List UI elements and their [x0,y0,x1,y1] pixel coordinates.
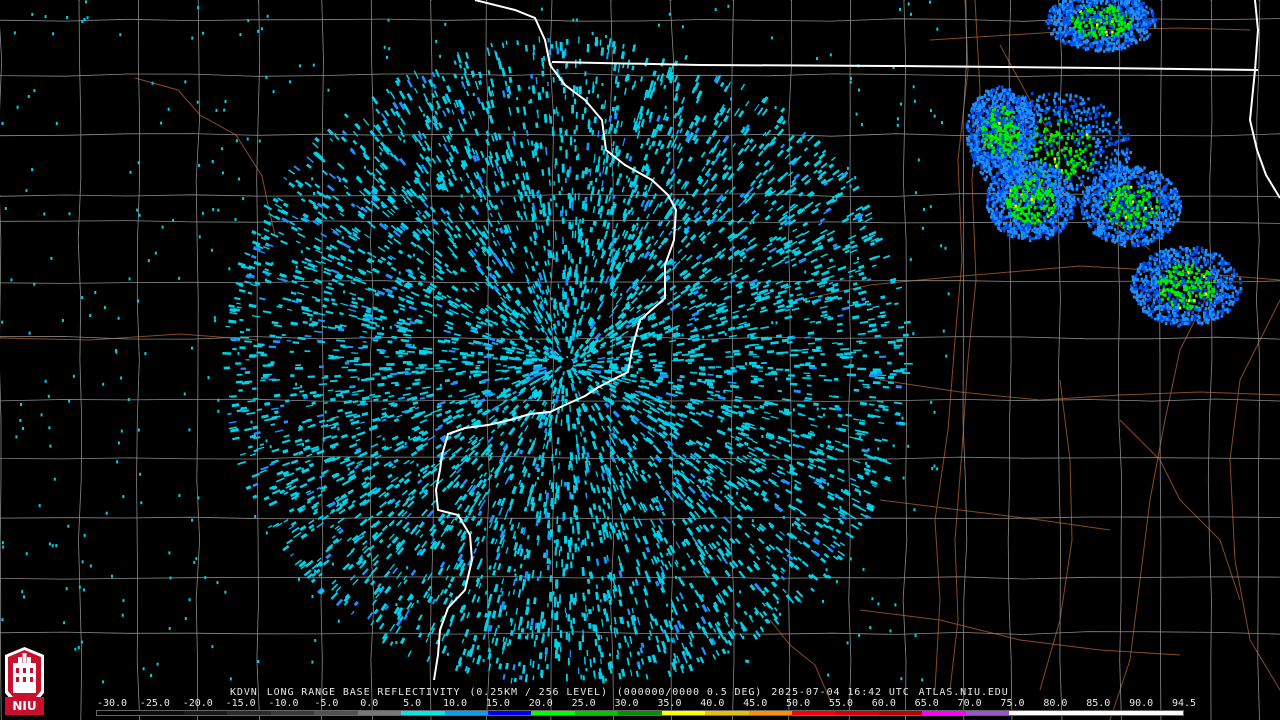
radar-map [0,0,1280,720]
scale-tick-label: 80.0 [1043,698,1068,709]
scale-swatch [705,711,749,715]
color-scale-labels: -30.0 -25.0 -20.0 -15.0 -10.0 -5.0 0.0 5.0 10.0 1… [94,698,1197,710]
scale-tick-label: 60.0 [871,698,896,709]
scale-swatch [444,711,488,715]
color-scale-bar [96,710,1184,716]
scale-swatch [574,711,619,715]
scale-tick-label: 50.0 [786,698,811,709]
volume-info: (000000/0000 0.5 DEG) [616,687,763,698]
county-line [77,0,83,720]
scale-swatch [792,711,836,715]
county-line [320,0,325,720]
county-line [195,0,201,720]
station-id: KDVN [230,687,258,698]
scale-tick-label: -15.0 [225,698,256,709]
scale-tick-label: -5.0 [314,698,339,709]
scale-tick-label: 10.0 [442,698,468,709]
county-line [0,336,1280,340]
scale-tick-label: 15.0 [485,698,510,709]
scale-tick-label: 30.0 [614,698,639,709]
scale-swatch [314,711,358,715]
scale-tick-label: -25.0 [139,698,170,709]
scale-swatch [1139,711,1183,715]
scale-tick-label: 70.0 [957,698,982,709]
scale-tick-label: 75.0 [1000,698,1025,709]
county-line [369,0,375,720]
reflectivity-echoes [1,0,1243,684]
scale-swatch [835,711,879,715]
scale-tick-label: 35.0 [657,698,682,709]
county-line [0,456,1280,460]
county-line [0,18,1280,22]
scale-tick-label: 85.0 [1086,698,1111,709]
scale-swatch [1009,711,1053,715]
product-name: LONG RANGE BASE REFLECTIVITY [266,687,461,698]
scale-swatch [97,711,141,715]
wisconsin-illinois-border [1248,0,1280,199]
scale-swatch [357,711,402,715]
county-line [0,280,1280,284]
county-line [1207,0,1213,720]
scale-tick-label: 5.0 [403,698,422,709]
county-line [0,0,3,720]
county-line [902,0,908,720]
county-line [256,0,261,720]
scale-swatch [878,711,923,715]
scale-swatch [531,711,575,715]
scale-tick-label: 90.0 [1129,698,1154,709]
source-site: ATLAS.NIU.EDU [918,687,1009,698]
logo-text: NIU [12,699,37,713]
county-line [788,0,793,720]
product-resolution: (0.25KM / 256 LEVEL) [469,687,608,698]
scale-tick-label: 0.0 [360,698,379,709]
county-line [1255,0,1261,720]
radar-display: KDVN LONG RANGE BASE REFLECTIVITY (0.25KM … [0,0,1280,720]
scale-tick-label: 40.0 [700,698,725,709]
scale-swatch [487,711,532,715]
scale-swatch [748,711,792,715]
scale-tick-label: -10.0 [268,698,299,709]
scale-swatch [618,711,662,715]
county-line [0,631,1280,635]
scale-tick-label: 45.0 [743,698,768,709]
scale-swatch [661,711,706,715]
scale-swatch [227,711,271,715]
scale-swatch [183,711,228,715]
scale-tick-label: -30.0 [96,698,128,709]
scale-tick-label: 20.0 [528,698,553,709]
scale-tick-label: 55.0 [828,698,853,709]
scale-swatch [1096,711,1140,715]
scale-swatch [140,711,184,715]
county-line [1117,0,1123,720]
scale-tick-label: 94.5 [1171,698,1197,709]
county-line [0,576,1280,580]
county-line [136,0,141,720]
radar-site-marker [561,358,573,370]
scale-tick-label: -20.0 [182,698,213,709]
minnesota-iowa-border [551,61,1259,71]
county-line [847,0,852,720]
scale-swatch [922,711,966,715]
scale-tick-label: 65.0 [914,698,939,709]
scale-swatch [965,711,1010,715]
scale-swatch [401,711,445,715]
scan-timestamp: 2025-07-04 16:42 UTC [771,687,910,698]
county-line [1158,0,1163,720]
county-line [730,0,735,720]
scale-swatch [270,711,315,715]
county-line [962,0,968,720]
county-line [0,73,1280,77]
scale-tick-label: 25.0 [571,698,596,709]
scale-swatch [1052,711,1097,715]
